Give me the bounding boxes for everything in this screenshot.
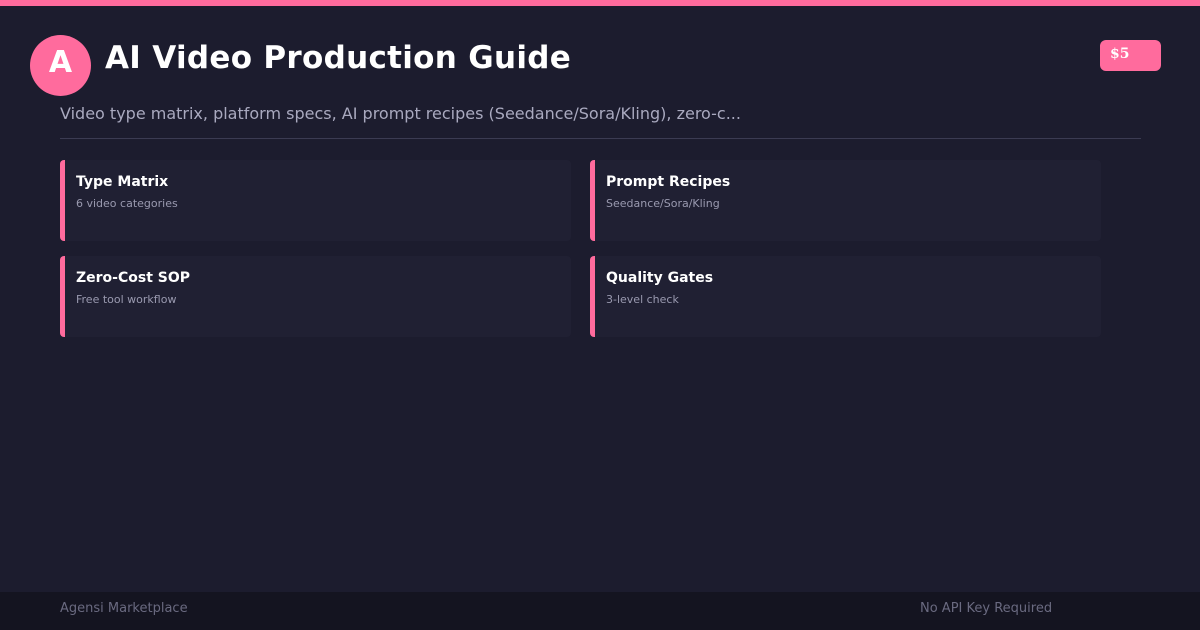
- divider: [60, 138, 1141, 139]
- avatar-letter: A: [48, 45, 73, 80]
- page: A AI Video Production Guide $5 Video typ…: [0, 0, 1200, 630]
- feature-card-type-matrix: Type Matrix 6 video categories: [60, 160, 571, 241]
- card-description: Free tool workflow: [76, 293, 177, 306]
- footer-brand: Agensi Marketplace: [60, 601, 188, 616]
- card-title: Zero-Cost SOP: [76, 270, 191, 286]
- feature-card-prompt-recipes: Prompt Recipes Seedance/Sora/Kling: [590, 160, 1101, 241]
- card-title: Prompt Recipes: [606, 174, 731, 190]
- price-label: $5: [1110, 46, 1130, 62]
- feature-card-zero-cost-sop: Zero-Cost SOP Free tool workflow: [60, 256, 571, 337]
- page-title: AI Video Production Guide: [105, 40, 572, 76]
- feature-card-quality-gates: Quality Gates 3-level check: [590, 256, 1101, 337]
- avatar: A: [30, 35, 91, 96]
- page-subtitle: Video type matrix, platform specs, AI pr…: [60, 104, 741, 123]
- footer: Agensi Marketplace No API Key Required: [0, 592, 1200, 630]
- footer-note: No API Key Required: [920, 601, 1053, 616]
- card-description: 3-level check: [606, 293, 679, 306]
- card-description: 6 video categories: [76, 197, 178, 210]
- card-title: Type Matrix: [76, 174, 169, 190]
- card-description: Seedance/Sora/Kling: [606, 197, 720, 210]
- card-title: Quality Gates: [606, 270, 714, 286]
- accent-top-bar: [0, 0, 1200, 6]
- price-badge: $5: [1100, 40, 1161, 71]
